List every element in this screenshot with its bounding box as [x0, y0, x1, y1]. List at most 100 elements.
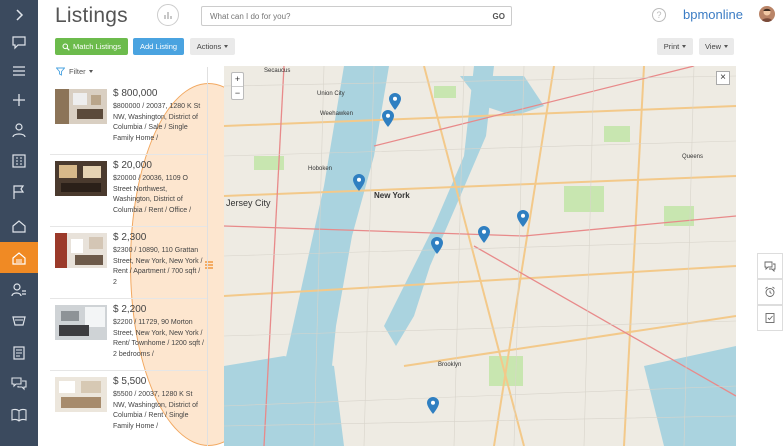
- user-icon: [12, 123, 26, 138]
- listing-photo: [55, 377, 107, 412]
- nav-listings[interactable]: [0, 242, 38, 273]
- house-listing-icon: [12, 251, 26, 265]
- listing-price: $ 5,500: [113, 376, 147, 387]
- list-divider: [207, 67, 208, 446]
- task-check-icon: [765, 313, 775, 323]
- nav-flags[interactable]: [0, 177, 38, 207]
- user-list-icon: [11, 283, 26, 297]
- list-item[interactable]: $ 800,000 $800000 / 20037, 1280 K St NW,…: [50, 83, 207, 155]
- listing-price: $ 2,200: [113, 304, 147, 315]
- listing-description: $20000 / 20036, 1109 O Street Northwest,…: [113, 175, 192, 214]
- map-label-jersey-city: Jersey City: [226, 198, 271, 208]
- nav-chat[interactable]: [0, 368, 38, 398]
- listings-list: $ 800,000 $800000 / 20037, 1280 K St NW,…: [50, 83, 207, 446]
- side-tasks-button[interactable]: [757, 305, 783, 331]
- listing-price: $ 20,000: [113, 160, 152, 171]
- nav-accounts[interactable]: [0, 146, 38, 176]
- view-label: View: [704, 42, 722, 51]
- command-search: GO: [201, 6, 512, 26]
- match-listings-label: Match Listings: [73, 42, 121, 51]
- chevron-down-icon: [224, 45, 229, 48]
- alarm-clock-icon: [765, 286, 775, 297]
- book-icon: [11, 408, 27, 422]
- print-button[interactable]: Print: [657, 38, 693, 55]
- map-pin[interactable]: [478, 226, 490, 243]
- nav-orders[interactable]: [0, 306, 38, 336]
- nav-expand[interactable]: [0, 0, 38, 30]
- map-tiles: [224, 66, 736, 446]
- app-root: Listings GO ? bpmonline Match Listings A…: [0, 0, 783, 446]
- actions-button[interactable]: Actions: [190, 38, 235, 55]
- view-button[interactable]: View: [699, 38, 734, 55]
- funnel-icon: [56, 67, 65, 76]
- listing-photo: [55, 233, 107, 268]
- listing-price: $ 800,000: [113, 88, 158, 99]
- listing-photo: [55, 161, 107, 196]
- map-pin[interactable]: [353, 174, 365, 191]
- nav-menu[interactable]: [0, 56, 38, 86]
- list-item[interactable]: $ 2,200 $2200 / 11729, 90 Morton Street,…: [50, 299, 207, 371]
- nav-add[interactable]: [0, 85, 38, 115]
- building-icon: [12, 154, 26, 168]
- list-item[interactable]: $ 20,000 $20000 / 20036, 1109 O Street N…: [50, 155, 207, 227]
- match-listings-button[interactable]: Match Listings: [55, 38, 128, 55]
- listing-price: $ 2,300: [113, 232, 147, 243]
- avatar[interactable]: [759, 6, 775, 22]
- bar-chart-icon: [164, 12, 172, 19]
- map-pin[interactable]: [382, 110, 394, 127]
- house-icon: [12, 220, 26, 233]
- map-pin[interactable]: [517, 210, 529, 227]
- listing-description: $2200 / 11729, 90 Morton Street, New Yor…: [113, 319, 204, 358]
- listing-photo: [55, 305, 107, 340]
- search-icon: [62, 43, 70, 51]
- flag-icon: [13, 185, 25, 199]
- go-button[interactable]: GO: [493, 12, 505, 21]
- chevron-right-icon: [16, 9, 24, 21]
- chevron-down-icon: [682, 45, 687, 48]
- map-label-union-city: Union City: [317, 91, 345, 97]
- map-pin[interactable]: [389, 93, 401, 110]
- side-reminders-button[interactable]: [757, 279, 783, 305]
- nav-knowledge[interactable]: [0, 400, 38, 430]
- chevron-down-icon: [724, 45, 729, 48]
- chat-icon: [12, 36, 26, 50]
- user-photo-icon: [761, 8, 773, 22]
- menu-icon: [13, 66, 25, 76]
- filter-button[interactable]: Filter: [56, 67, 93, 76]
- print-label: Print: [663, 42, 680, 51]
- listing-description: $2300 / 10890, 110 Grattan Street, New Y…: [113, 247, 203, 286]
- zoom-control: + −: [231, 72, 244, 100]
- side-feed-button[interactable]: [757, 253, 783, 279]
- chat-bubbles-icon: [764, 261, 776, 272]
- map-pin[interactable]: [431, 237, 443, 254]
- nav-feed[interactable]: [0, 27, 38, 57]
- listing-photo: [55, 89, 107, 124]
- page-title: Listings: [55, 4, 128, 27]
- nav-contacts[interactable]: [0, 115, 38, 145]
- cart-icon: [12, 316, 26, 326]
- nav-agents[interactable]: [0, 275, 38, 305]
- nav-documents[interactable]: [0, 338, 38, 368]
- map-label-weehawken: Weehawken: [320, 111, 353, 117]
- chevron-down-icon: [88, 70, 93, 73]
- close-map-button[interactable]: ×: [716, 71, 730, 85]
- list-item[interactable]: $ 5,500 $5500 / 20037, 1280 K St NW, Was…: [50, 371, 207, 443]
- map-pin[interactable]: [427, 397, 439, 414]
- listing-description: $5500 / 20037, 1280 K St NW, Washington,…: [113, 391, 198, 430]
- nav-properties[interactable]: [0, 211, 38, 241]
- map-label-secaucus: Secaucus: [264, 68, 291, 74]
- map-label-queens: Queens: [682, 154, 704, 160]
- help-button[interactable]: ?: [652, 8, 666, 22]
- brand-logo: bpmonline: [683, 7, 743, 22]
- map-label-hoboken: Hoboken: [308, 166, 333, 172]
- listing-description: $800000 / 20037, 1280 K St NW, Washingto…: [113, 103, 201, 142]
- command-input[interactable]: [202, 7, 482, 25]
- zoom-out-button[interactable]: −: [232, 86, 243, 100]
- add-listing-button[interactable]: Add Listing: [133, 38, 184, 55]
- analytics-view-button[interactable]: [157, 4, 179, 26]
- map-label-brooklyn: Brooklyn: [438, 362, 462, 368]
- zoom-in-button[interactable]: +: [232, 73, 243, 86]
- map-view[interactable]: + − × New York Jersey City Hoboken Brook…: [224, 66, 736, 446]
- actions-label: Actions: [196, 42, 222, 51]
- list-item[interactable]: $ 2,300 $2300 / 10890, 110 Grattan Stree…: [50, 227, 207, 299]
